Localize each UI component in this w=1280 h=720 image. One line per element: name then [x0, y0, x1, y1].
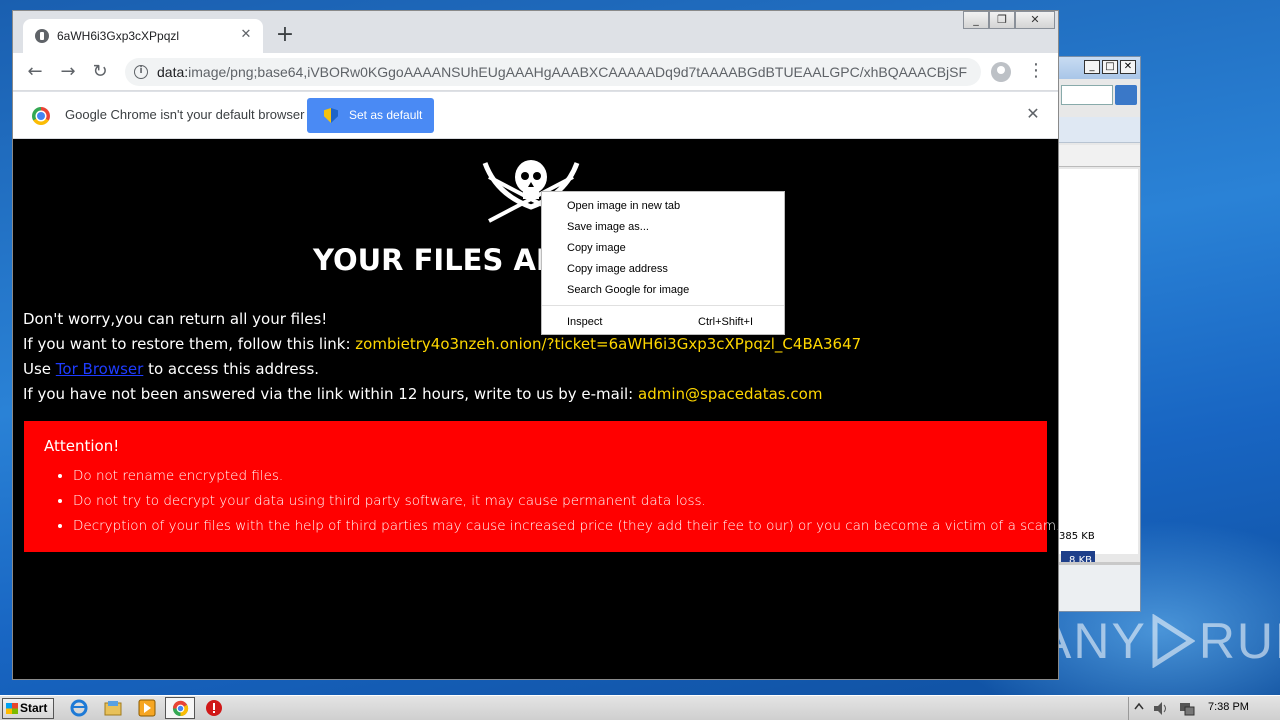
menu-search-google-image[interactable]: Search Google for image [542, 281, 784, 302]
tab-title: 6aWH6i3Gxp3cXPpqzl [57, 29, 180, 43]
back-button[interactable]: ← [23, 60, 47, 84]
reassurance-text: Don't worry,you can return all your file… [23, 310, 328, 328]
url-text[interactable]: data:image/png;base64,iVBORw0KGgoAAAANSU… [157, 64, 967, 80]
tor-suffix: to access this address. [143, 360, 320, 378]
tab-strip: 6aWH6i3Gxp3cXPpqzl ✕ + _ ❐ ✕ [13, 11, 1058, 53]
attention-item: Do not rename encrypted files. [73, 464, 1058, 489]
chrome-icon [172, 700, 189, 717]
attention-box: Attention! Do not rename encrypted files… [24, 421, 1058, 552]
chrome-window: 6aWH6i3Gxp3cXPpqzl ✕ + _ ❐ ✕ ← → ↻ i dat… [12, 10, 1059, 680]
taskbar: Start 7:38 PM [0, 695, 1280, 720]
email-line: If you have not been answered via the li… [23, 385, 822, 403]
explorer-column-header[interactable] [1059, 145, 1140, 167]
profile-icon[interactable] [991, 62, 1011, 82]
attention-title: Attention! [44, 437, 120, 455]
restore-line: If you want to restore them, follow this… [23, 335, 861, 353]
infobar-close-icon[interactable]: ✕ [1023, 104, 1043, 124]
infobar-message: Google Chrome isn't your default browser [65, 107, 305, 122]
ransom-page: YOUR FILES AR Don't worry,you can return… [13, 139, 1058, 679]
tray-expand-icon[interactable] [1134, 702, 1144, 714]
email-prefix: If you have not been answered via the li… [23, 385, 639, 403]
watermark-right: RUN [1198, 613, 1280, 669]
attention-item: Do not try to decrypt your data using th… [73, 489, 1058, 514]
windows-logo-icon [6, 703, 18, 714]
explorer-minimize-button[interactable]: _ [1084, 60, 1100, 74]
address-bar[interactable]: i data:image/png;base64,iVBORw0KGgoAAAAN… [125, 58, 981, 86]
menu-item-label: Inspect [567, 316, 603, 328]
default-browser-infobar: Google Chrome isn't your default browser… [13, 92, 1058, 139]
explorer-file-list: 385 KB 8 KB [1059, 169, 1138, 571]
contact-email[interactable]: admin@spacedatas.com [638, 385, 822, 403]
explorer-search-icon[interactable] [1115, 85, 1137, 105]
window-restore-button[interactable]: ❐ [989, 11, 1015, 29]
explorer-search-input[interactable] [1061, 85, 1113, 105]
chrome-logo-icon [32, 107, 50, 125]
start-button[interactable]: Start [2, 698, 54, 719]
info-icon[interactable]: i [134, 65, 148, 79]
ie-icon[interactable] [70, 699, 88, 717]
clock[interactable]: 7:38 PM [1208, 701, 1249, 713]
onion-link[interactable]: zombietry4o3nzeh.onion/?ticket=6aWH6i3Gx… [355, 335, 861, 353]
menu-separator [542, 305, 784, 306]
explorer-close-button[interactable]: ✕ [1120, 60, 1136, 74]
menu-item-label: Save image as... [567, 221, 649, 233]
menu-save-image-as[interactable]: Save image as... [542, 218, 784, 239]
explorer-icon[interactable] [104, 699, 122, 717]
forward-button[interactable]: → [56, 60, 80, 84]
chrome-taskbar-button[interactable] [165, 697, 195, 719]
browser-tab[interactable]: 6aWH6i3Gxp3cXPpqzl ✕ [23, 19, 263, 53]
explorer-window[interactable]: _ □ ✕ 385 KB 8 KB [1058, 56, 1141, 612]
attention-list: Do not rename encrypted files. Do not tr… [73, 464, 1058, 539]
window-close-button[interactable]: ✕ [1015, 11, 1055, 29]
anyrun-watermark: ANY RUN [1038, 612, 1280, 670]
explorer-titlebar[interactable]: _ □ ✕ [1059, 57, 1140, 79]
page-headline: YOUR FILES AR [313, 243, 559, 277]
tor-prefix: Use [23, 360, 56, 378]
tab-close-icon[interactable]: ✕ [237, 26, 255, 44]
explorer-toolbar [1059, 117, 1140, 143]
attention-item: Decryption of your files with the help o… [73, 514, 1058, 539]
menu-copy-image[interactable]: Copy image [542, 239, 784, 260]
menu-inspect[interactable]: Inspect Ctrl+Shift+I [542, 313, 784, 334]
context-menu: Open image in new tab Save image as... C… [541, 191, 785, 335]
window-minimize-button[interactable]: _ [963, 11, 989, 29]
globe-icon [35, 29, 49, 43]
start-label: Start [20, 701, 48, 715]
explorer-details-pane [1059, 562, 1140, 611]
watermark-play-icon [1152, 614, 1195, 668]
navigation-bar: ← → ↻ i data:image/png;base64,iVBORw0KGg… [13, 53, 1058, 91]
url-rest: image/png;base64,iVBORw0KGgoAAAANSUhEUgA… [188, 64, 967, 80]
set-as-default-button[interactable]: Set as default [307, 98, 434, 133]
new-tab-button[interactable]: + [273, 24, 297, 48]
system-tray [1128, 697, 1280, 720]
set-as-default-label: Set as default [349, 108, 423, 122]
volume-icon[interactable] [1153, 701, 1169, 716]
menu-shortcut: Ctrl+Shift+I [698, 316, 754, 328]
uac-shield-icon [324, 108, 338, 123]
network-icon[interactable] [1179, 701, 1195, 716]
media-player-icon[interactable] [138, 699, 156, 717]
menu-item-label: Search Google for image [567, 284, 690, 296]
menu-open-image-new-tab[interactable]: Open image in new tab [542, 197, 784, 218]
tor-line: Use Tor Browser to access this address. [23, 360, 319, 378]
explorer-maximize-button[interactable]: □ [1102, 60, 1118, 74]
restore-text: If you want to restore them, follow this… [23, 335, 356, 353]
menu-item-label: Open image in new tab [567, 200, 681, 212]
file-size: 385 KB [1059, 531, 1095, 542]
chrome-menu-icon[interactable]: ⋮ [1027, 60, 1045, 84]
menu-item-label: Copy image [567, 242, 626, 254]
menu-item-label: Copy image address [567, 263, 668, 275]
reload-button[interactable]: ↻ [88, 60, 112, 84]
menu-copy-image-address[interactable]: Copy image address [542, 260, 784, 281]
tor-browser-link[interactable]: Tor Browser [56, 360, 144, 378]
stop-icon[interactable] [205, 699, 223, 717]
url-scheme: data: [157, 64, 189, 80]
